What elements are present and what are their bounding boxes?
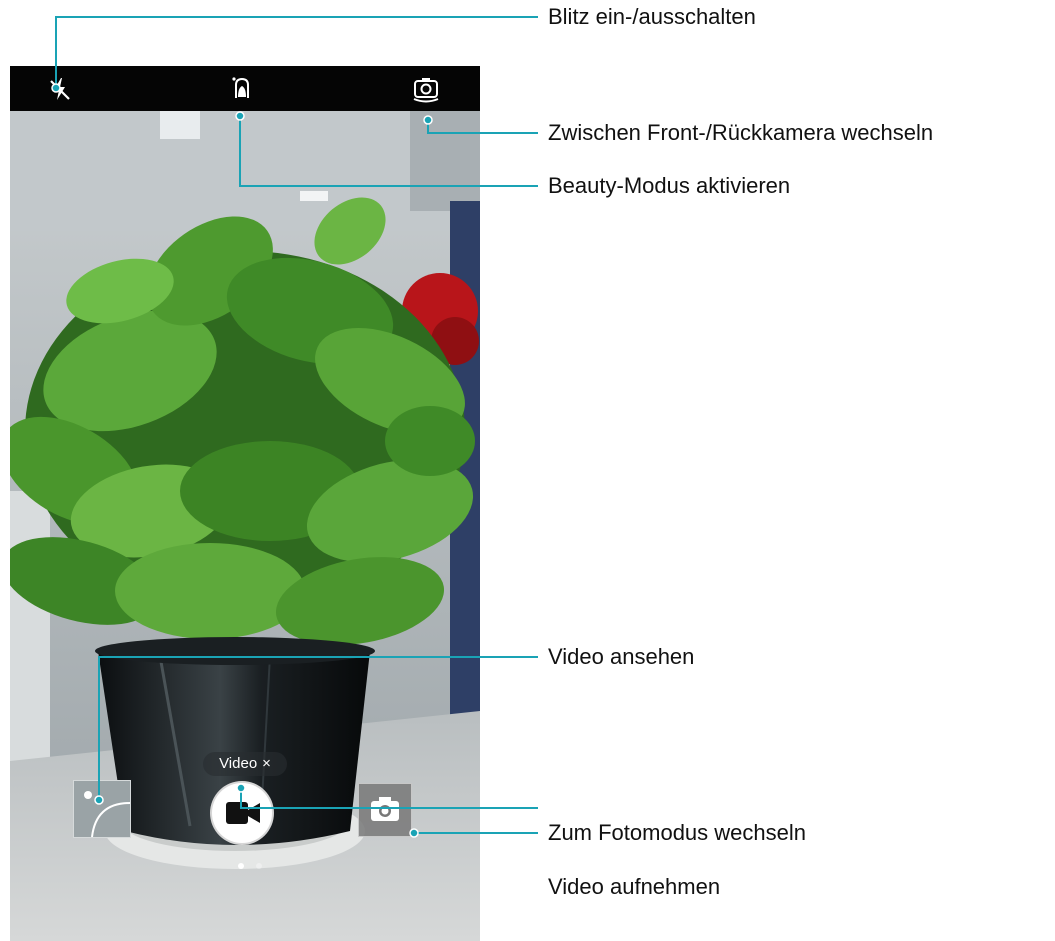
beauty-icon[interactable] [226,73,258,105]
callout-photo-mode: Zum Fotomodus wechseln [548,820,806,845]
mode-page-indicator [238,856,274,874]
close-icon[interactable]: × [262,755,271,772]
page-dot-active [238,863,244,869]
photo-mode-button[interactable] [358,783,412,837]
camera-screen: Video × [10,66,480,941]
camera-icon [371,797,399,821]
mode-chip[interactable]: Video × [203,752,287,776]
callout-switch-camera: Zwischen Front-/Rückkamera wechseln [548,120,934,145]
page-dot [256,863,262,869]
mode-chip-label: Video [219,755,258,772]
switch-camera-icon[interactable] [410,73,442,105]
callout-record: Video aufnehmen [548,874,721,899]
record-button[interactable] [210,781,274,845]
callout-view-video: Video ansehen [548,644,695,669]
flash-off-icon[interactable] [44,73,76,105]
callout-flash: Blitz ein-/ausschalten [548,4,756,29]
gallery-thumbnail[interactable] [73,780,131,838]
callout-beauty: Beauty-Modus aktivieren [548,173,791,198]
camera-top-bar [10,66,480,111]
video-record-icon [226,802,260,824]
